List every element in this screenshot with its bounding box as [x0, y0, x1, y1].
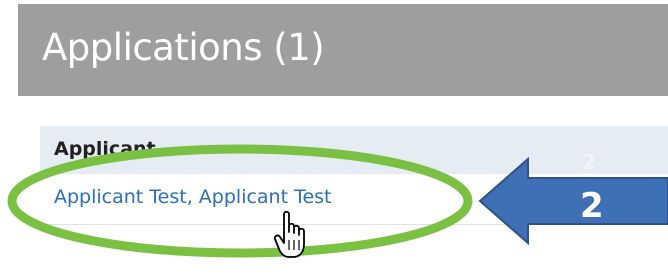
- applicant-link[interactable]: Applicant Test, Applicant Test: [54, 186, 332, 208]
- arrow-step-number: 2: [580, 186, 604, 226]
- hand-pointer-icon: [274, 210, 305, 258]
- faint-step-number: 2: [582, 150, 596, 174]
- table-row: Applicant Test, Applicant Test: [40, 174, 668, 225]
- table-header: Applicant: [40, 126, 668, 174]
- applications-table: Applicant Applicant Test, Applicant Test: [40, 126, 668, 274]
- column-header-applicant[interactable]: Applicant: [54, 138, 156, 160]
- page-header: Applications (1): [18, 4, 668, 96]
- page-title: Applications (1): [42, 26, 325, 69]
